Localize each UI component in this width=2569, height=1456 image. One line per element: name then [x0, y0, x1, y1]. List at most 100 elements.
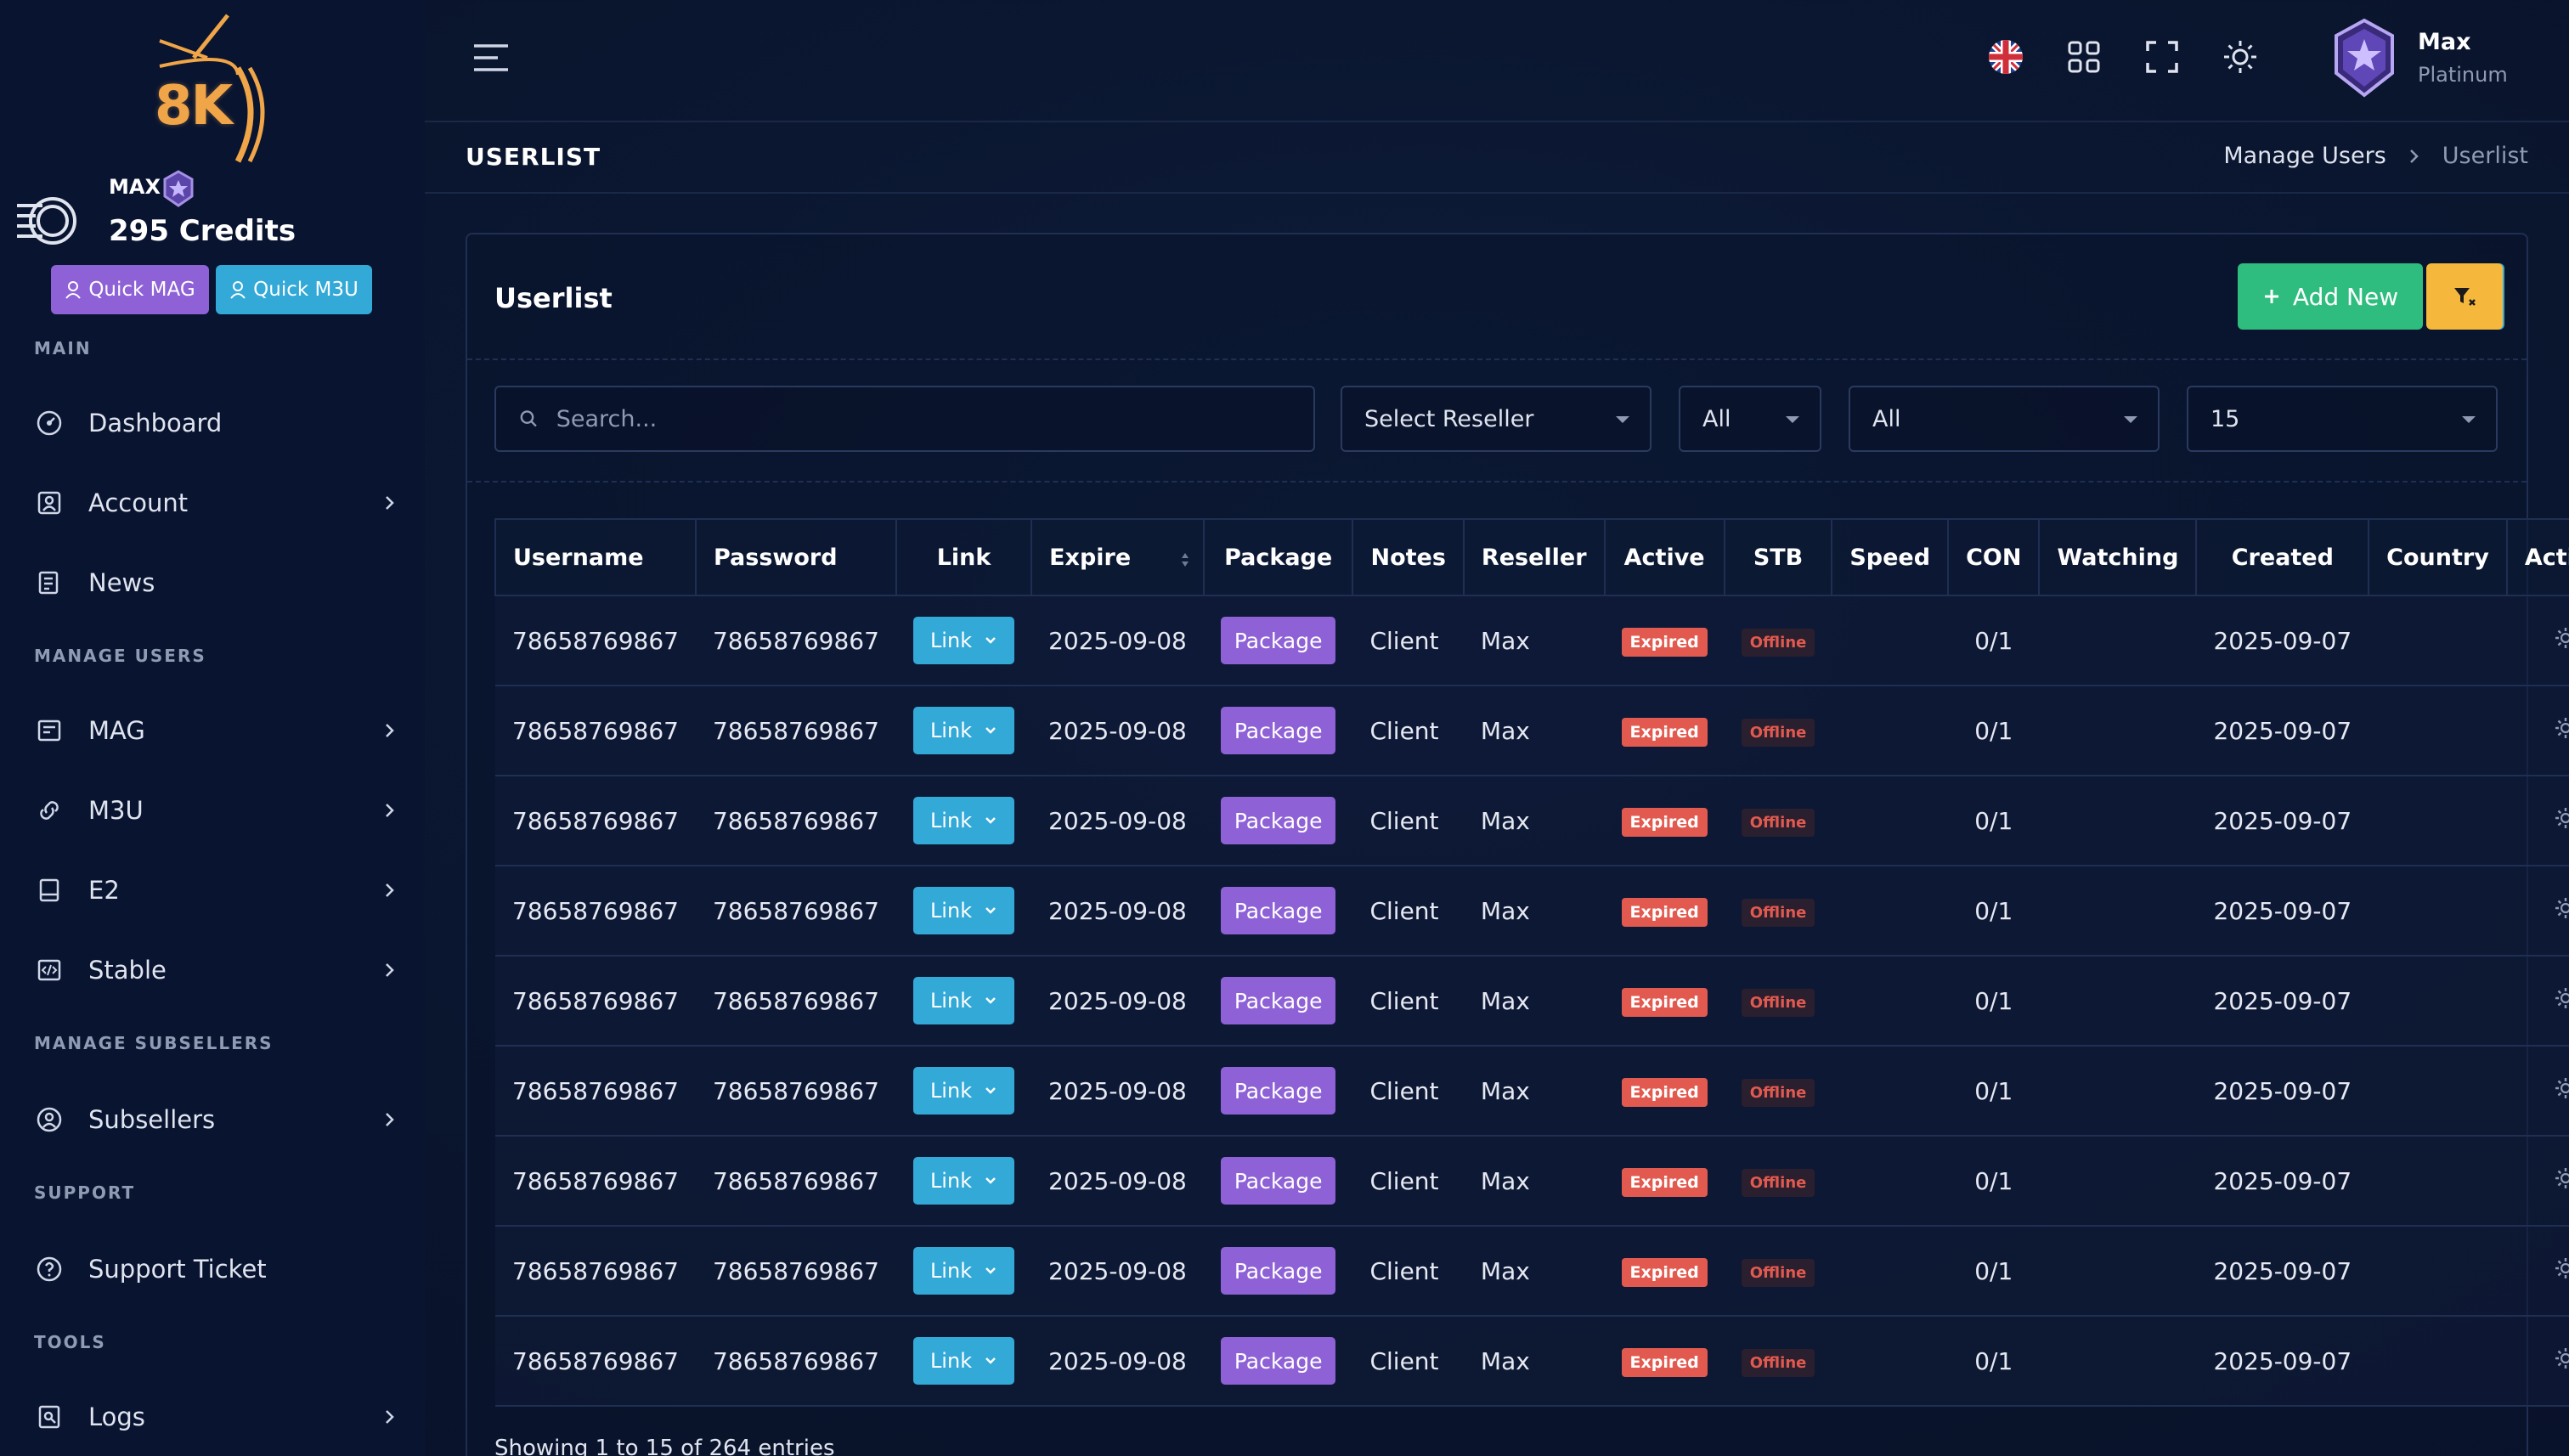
theme-toggle-icon[interactable]	[2221, 37, 2260, 76]
search-input[interactable]	[556, 405, 1313, 432]
link-dropdown-button[interactable]: Link	[912, 797, 1015, 844]
sidebar-item-logs[interactable]: Logs	[34, 1391, 399, 1442]
col-link[interactable]: Link	[895, 518, 1033, 596]
add-new-button[interactable]: Add New	[2238, 263, 2423, 330]
cell-username[interactable]: 78658769867	[495, 956, 696, 1047]
sidebar-item-news[interactable]: News	[34, 557, 399, 608]
link-dropdown-button[interactable]: Link	[912, 887, 1015, 934]
reseller-select[interactable]: Select Reseller	[1341, 386, 1652, 452]
status-badge: Expired	[1621, 1257, 1708, 1287]
user-circle-icon	[37, 1107, 62, 1132]
gear-icon[interactable]	[2553, 1075, 2569, 1101]
clear-filter-button[interactable]	[2426, 263, 2503, 330]
cell-package: Package	[1203, 1136, 1353, 1227]
package-button[interactable]: Package	[1220, 797, 1336, 844]
cell-link: Link	[895, 1226, 1032, 1317]
link-dropdown-button[interactable]: Link	[912, 1337, 1015, 1385]
user-name[interactable]: Max	[2418, 29, 2471, 55]
cell-username[interactable]: 78658769867	[495, 686, 696, 776]
col-username[interactable]: Username	[494, 518, 697, 596]
cell-speed	[1832, 686, 1949, 776]
cell-package: Package	[1203, 686, 1353, 776]
uk-flag-icon[interactable]	[1986, 37, 2025, 76]
sidebar-item-label: Support Ticket	[88, 1255, 267, 1284]
cell-created: 2025-09-07	[2196, 776, 2369, 866]
col-speed[interactable]: Speed	[1831, 518, 1950, 596]
search-field[interactable]	[494, 386, 1315, 452]
package-button[interactable]: Package	[1220, 707, 1336, 754]
package-button[interactable]: Package	[1220, 1247, 1336, 1295]
col-package[interactable]: Package	[1202, 518, 1354, 596]
package-button[interactable]: Package	[1220, 1067, 1336, 1115]
quick-m3u-button[interactable]: Quick M3U	[216, 265, 372, 314]
link-dropdown-button[interactable]: Link	[912, 1067, 1015, 1115]
col-stb[interactable]: STB	[1723, 518, 1833, 596]
link-label: Link	[929, 629, 973, 652]
cell-username[interactable]: 78658769867	[495, 595, 696, 686]
type-select[interactable]: All	[1849, 386, 2160, 452]
cell-stb: Offline	[1724, 1316, 1832, 1407]
col-con[interactable]: CON	[1947, 518, 2041, 596]
cell-username[interactable]: 78658769867	[495, 1046, 696, 1137]
package-button[interactable]: Package	[1220, 977, 1336, 1024]
cell-username[interactable]: 78658769867	[495, 776, 696, 866]
gear-icon[interactable]	[2553, 625, 2569, 651]
cell-action	[2506, 1226, 2569, 1317]
avatar[interactable]	[2329, 17, 2399, 102]
cell-username[interactable]: 78658769867	[495, 1316, 696, 1407]
per-page-select[interactable]: 15	[2187, 386, 2498, 452]
sidebar-item-subsellers[interactable]: Subsellers	[34, 1094, 399, 1145]
link-dropdown-button[interactable]: Link	[912, 977, 1015, 1024]
breadcrumb-manage-users[interactable]: Manage Users	[2223, 143, 2386, 169]
cell-active: Expired	[1604, 1136, 1725, 1227]
cell-country	[2369, 1226, 2507, 1317]
col-action: Action	[2505, 518, 2569, 596]
col-reseller[interactable]: Reseller	[1462, 518, 1606, 596]
link-dropdown-button[interactable]: Link	[912, 1247, 1015, 1295]
col-password[interactable]: Password	[694, 518, 897, 596]
cell-expire: 2025-09-08	[1031, 956, 1204, 1047]
gear-icon[interactable]	[2553, 805, 2569, 831]
link-dropdown-button[interactable]: Link	[912, 1157, 1015, 1205]
cell-username[interactable]: 78658769867	[495, 866, 696, 957]
chevron-right-icon	[386, 883, 394, 897]
package-button[interactable]: Package	[1220, 617, 1336, 664]
sidebar-item-support-ticket[interactable]: Support Ticket	[34, 1244, 399, 1295]
sidebar-item-mag[interactable]: MAG	[34, 705, 399, 756]
sidebar-item-dashboard[interactable]: Dashboard	[34, 398, 399, 449]
col-created[interactable]: Created	[2195, 518, 2370, 596]
quick-mag-button[interactable]: Quick MAG	[51, 265, 209, 314]
cell-username[interactable]: 78658769867	[495, 1136, 696, 1227]
gear-icon[interactable]	[2553, 985, 2569, 1011]
cell-expire: 2025-09-08	[1031, 1136, 1204, 1227]
col-expire[interactable]: Expire	[1030, 518, 1205, 596]
package-button[interactable]: Package	[1220, 1337, 1336, 1385]
gear-icon[interactable]	[2553, 1165, 2569, 1191]
sidebar-item-m3u[interactable]: M3U	[34, 785, 399, 836]
gear-icon[interactable]	[2553, 715, 2569, 741]
link-dropdown-button[interactable]: Link	[912, 617, 1015, 664]
fullscreen-icon[interactable]	[2143, 37, 2182, 76]
link-dropdown-button[interactable]: Link	[912, 707, 1015, 754]
sidebar-item-account[interactable]: Account	[34, 477, 399, 528]
sidebar-item-e2[interactable]: E2	[34, 865, 399, 916]
gear-icon[interactable]	[2553, 1346, 2569, 1371]
status-select[interactable]: All	[1679, 386, 1821, 452]
package-button[interactable]: Package	[1220, 887, 1336, 934]
col-notes[interactable]: Notes	[1352, 518, 1465, 596]
chevron-down-icon	[2124, 416, 2137, 423]
col-active[interactable]: Active	[1603, 518, 1725, 596]
brand-logo[interactable]: 8K	[143, 7, 287, 168]
cell-username[interactable]: 78658769867	[495, 1226, 696, 1317]
apps-grid-icon[interactable]	[2064, 37, 2103, 76]
package-button[interactable]: Package	[1220, 1157, 1336, 1205]
type-select-value: All	[1872, 405, 1901, 432]
gear-icon[interactable]	[2553, 895, 2569, 921]
gear-icon[interactable]	[2553, 1256, 2569, 1281]
col-country[interactable]: Country	[2368, 518, 2508, 596]
sidebar-item-stable[interactable]: Stable	[34, 945, 399, 996]
cell-expire: 2025-09-08	[1031, 1316, 1204, 1407]
cell-stb: Offline	[1724, 1136, 1832, 1227]
menu-toggle-icon[interactable]	[472, 42, 510, 73]
col-watching[interactable]: Watching	[2038, 518, 2198, 596]
